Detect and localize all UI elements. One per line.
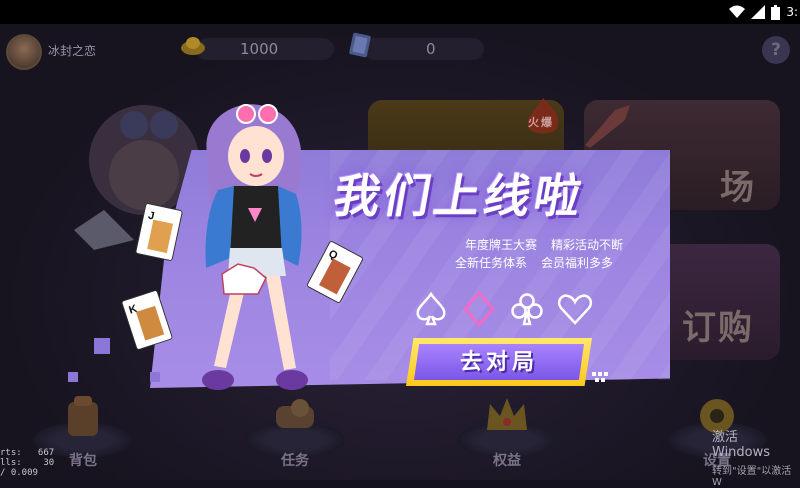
popup-headline: 我们上线啦 [329,169,590,223]
mascot-girl-illustration [202,104,308,390]
start-match-button[interactable]: 去对局 [406,338,592,386]
deco-square [150,372,160,382]
avatar[interactable] [6,34,42,70]
heart-icon [557,294,593,325]
deco-dots [592,372,608,382]
battery-icon [771,4,781,20]
card-suits [412,290,594,328]
lobby-header: 冰封之恋 1000 0 ? [0,24,800,74]
diamond-icon [463,291,495,327]
rocket-icon [585,105,630,148]
spade-icon [416,291,446,326]
windows-activation-watermark: 激活 Windows 转到"设置"以激活 W [712,430,792,488]
room-3-label: 订购 [682,308,754,348]
hot-badge-label: 火爆 [528,116,554,129]
backpack-icon [68,396,98,436]
debug-stats: rts: 667 lls: 30/ 0.009 [0,448,55,478]
help-button[interactable]: ? [762,36,790,64]
feature-text: 全新任务体系 [455,256,528,270]
wifi-icon [729,5,746,18]
signal-icon [751,5,766,19]
status-bar: 3: [0,0,800,24]
username: 冰封之恋 [48,44,97,58]
nav-label-benefits: 权益 [493,453,521,469]
room-2-label: 场 [720,168,756,208]
feature-text: 会员福利多多 [541,256,614,270]
feature-list: 年度牌王大赛 精彩活动不断 全新任务体系 会员福利多多 [455,236,623,272]
deco-square [94,338,110,354]
club-icon [511,293,543,326]
deco-square [68,372,78,382]
bottom-nav: 背包 任务 权益 设置 [0,388,800,480]
nav-item-benefits[interactable]: 权益 [452,388,562,480]
card-amount: 0 [426,40,436,58]
start-match-label: 去对局 [459,350,538,375]
gold-amount: 1000 [240,40,279,58]
card-balance-pill[interactable] [364,38,484,60]
feature-text: 精彩活动不断 [551,238,624,252]
gold-ingot-icon [181,37,205,55]
feature-text: 年度牌王大赛 [465,238,538,252]
clock: 3: [786,5,798,19]
crown-icon [487,398,527,430]
nav-label-tasks: 任务 [281,453,309,469]
room-card-icon [349,32,371,58]
